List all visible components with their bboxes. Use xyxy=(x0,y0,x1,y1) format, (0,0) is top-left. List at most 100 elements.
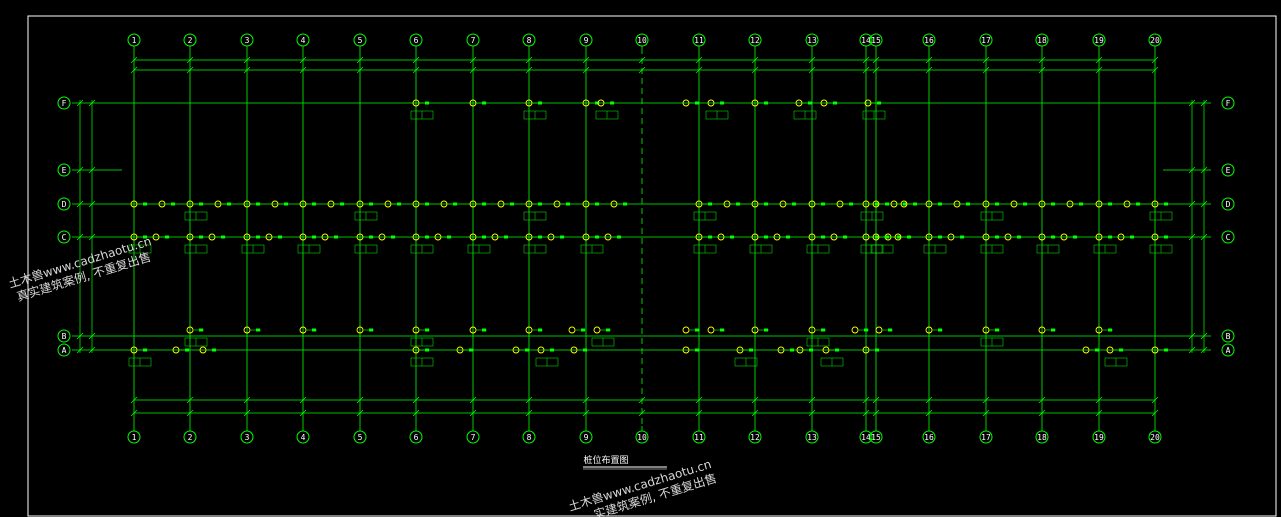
pile-arrow xyxy=(764,235,768,239)
pile-markers xyxy=(128,99,1173,367)
pile-arrow xyxy=(1073,235,1077,239)
axis-bubble-label: B xyxy=(1226,332,1231,341)
axis-bubble-label: 13 xyxy=(807,433,817,442)
pile-arrow xyxy=(1164,202,1168,206)
axis-bubble-col-5-bottom: 5 xyxy=(353,426,367,444)
axis-bubble-col-5-top: 5 xyxy=(353,33,367,48)
pile-arrow xyxy=(1051,235,1055,239)
pile-marker xyxy=(875,326,893,334)
pile-arrow xyxy=(623,202,627,206)
axis-bubble-label: 3 xyxy=(245,433,250,442)
pile-arrow xyxy=(425,202,429,206)
axis-bubble-row-D-right: D xyxy=(1221,197,1235,211)
pile-arrow xyxy=(720,328,724,332)
pile-arrow xyxy=(538,101,542,105)
axis-bubble-col-10-bottom: 10 xyxy=(635,426,649,444)
axis-bubble-col-6-bottom: 6 xyxy=(409,426,423,444)
pile-arrow xyxy=(397,202,401,206)
pile-marker xyxy=(525,326,543,334)
pile-arrow xyxy=(708,235,712,239)
axis-bubble-col-3-top: 3 xyxy=(240,33,254,48)
axis-bubble-col-12-bottom: 12 xyxy=(748,426,762,444)
pile-arrow xyxy=(720,101,724,105)
pile-arrow xyxy=(995,202,999,206)
axis-bubble-col-18-top: 18 xyxy=(1035,33,1049,48)
axis-bubble-row-D-left: D xyxy=(57,197,71,211)
pile-marker xyxy=(356,326,374,334)
axis-bubble-label: C xyxy=(1226,233,1231,242)
pile-arrow xyxy=(256,328,260,332)
pile-arrow xyxy=(808,101,812,105)
pile-arrow xyxy=(510,202,514,206)
axis-bubble-col-13-top: 13 xyxy=(805,33,819,48)
pile-arrow xyxy=(453,202,457,206)
axis-bubble-col-20-top: 20 xyxy=(1148,33,1162,48)
pile-arrow xyxy=(581,328,585,332)
axis-bubble-col-20-bottom: 20 xyxy=(1148,426,1162,444)
axis-bubble-row-F-left: F xyxy=(57,96,71,110)
pile-arrow xyxy=(312,235,316,239)
pile-arrow xyxy=(482,101,486,105)
pile-arrow xyxy=(369,328,373,332)
pile-arrow xyxy=(1164,348,1168,352)
pile-arrow xyxy=(1108,328,1112,332)
axis-bubble-label: 16 xyxy=(924,36,934,45)
axis-bubble-col-3-bottom: 3 xyxy=(240,426,254,444)
axis-bubble-col-4-bottom: 4 xyxy=(296,426,310,444)
axis-bubble-col-19-top: 19 xyxy=(1092,33,1106,48)
pile-marker xyxy=(806,326,830,347)
pile-arrow xyxy=(227,202,231,206)
axis-bubble-label: 5 xyxy=(358,36,363,45)
axis-bubble-label: 20 xyxy=(1150,433,1160,442)
pile-marker xyxy=(980,326,1004,347)
pile-arrow xyxy=(995,328,999,332)
pile-arrow xyxy=(809,348,813,352)
axis-bubble-row-F-right: F xyxy=(1221,96,1235,110)
axis-bubble-label: D xyxy=(62,200,67,209)
axis-bubble-label: 7 xyxy=(471,36,476,45)
axis-bubble-row-E-right: E xyxy=(1221,163,1235,177)
pile-circle xyxy=(851,326,859,334)
pile-arrow xyxy=(821,235,825,239)
pile-arrow xyxy=(786,235,790,239)
pile-arrow xyxy=(143,202,147,206)
pile-arrow xyxy=(482,235,486,239)
pile-arrow xyxy=(864,328,868,332)
pile-arrow xyxy=(391,235,395,239)
axis-bubble-label: A xyxy=(62,346,67,355)
axis-bubble-label: D xyxy=(1226,200,1231,209)
axis-bubble-label: 6 xyxy=(414,36,419,45)
axis-bubble-col-7-bottom: 7 xyxy=(466,426,480,444)
watermark-left: 土木兽www.cadzhaotu.cn 真实建筑案例, 不重复出售 xyxy=(7,234,153,304)
pile-arrow xyxy=(425,235,429,239)
axis-bubble-label: 4 xyxy=(301,36,306,45)
pile-marker xyxy=(299,326,317,334)
cad-drawing-canvas: 1 2 3 4 5 6 7 8 9 10 11 12 13 14 15 16 17 18 19 201 2 3 4 5 6 7 8 9… xyxy=(7,15,1277,517)
pile-arrow xyxy=(256,235,260,239)
drawing-border xyxy=(27,15,1277,517)
pile-arrow xyxy=(538,202,542,206)
pile-arrow xyxy=(610,101,614,105)
pile-arrow xyxy=(821,202,825,206)
pile-arrow xyxy=(606,328,610,332)
pile-arrow xyxy=(340,202,344,206)
axis-bubble-row-B-right: B xyxy=(1221,329,1235,343)
pile-arrow xyxy=(877,101,881,105)
pile-arrow xyxy=(885,235,889,239)
pile-marker xyxy=(184,326,208,347)
axis-bubble-label: 18 xyxy=(1037,36,1047,45)
pile-arrow xyxy=(736,202,740,206)
grid-lines xyxy=(72,48,1211,426)
pile-arrow xyxy=(849,202,853,206)
axis-bubble-label: 7 xyxy=(471,433,476,442)
pile-circle xyxy=(707,326,715,334)
axis-bubble-col-16-top: 16 xyxy=(922,33,936,48)
axis-bubble-label: 13 xyxy=(807,36,817,45)
pile-arrow xyxy=(165,235,169,239)
axis-bubble-label: 15 xyxy=(871,36,881,45)
axis-bubble-label: 17 xyxy=(981,433,991,442)
pile-arrow xyxy=(538,328,542,332)
axis-bubble-label: 10 xyxy=(637,36,647,45)
pile-arrow xyxy=(833,101,837,105)
pile-arrow xyxy=(821,328,825,332)
